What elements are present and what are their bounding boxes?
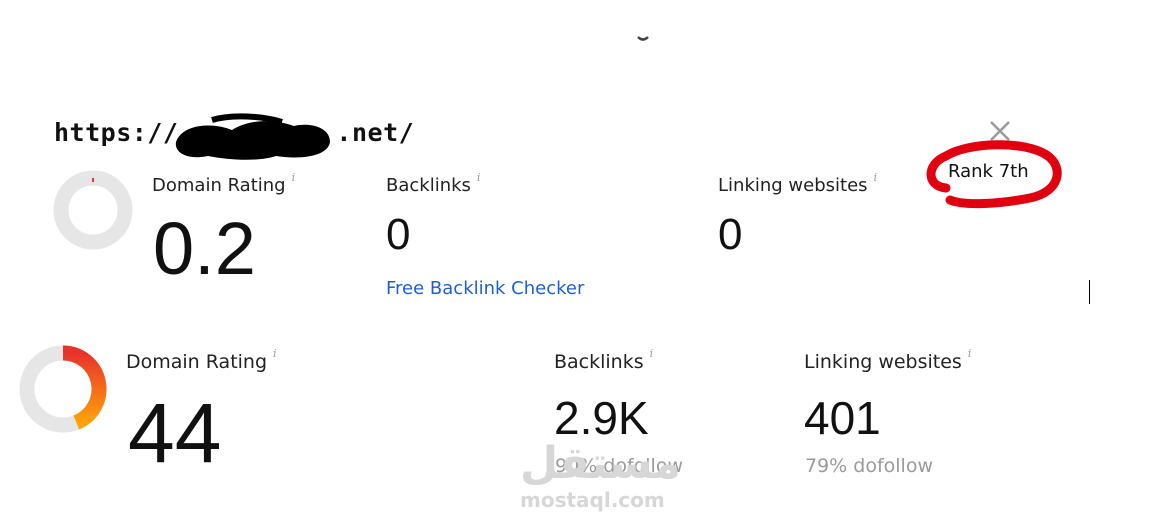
- info-icon[interactable]: i: [650, 347, 654, 360]
- top-fragment: [636, 28, 650, 41]
- linking-websites-label-top: Linking websites i: [718, 171, 878, 196]
- watermark-text: mostaql.com: [520, 488, 665, 512]
- domain-rating-value-bottom: 44: [128, 386, 222, 480]
- backlinks-label-top: Backlinks i: [386, 171, 481, 196]
- domain-rating-value-top: 0.2: [153, 207, 256, 290]
- site-url-prefix: https://: [54, 118, 179, 147]
- domain-rating-ring-bottom: [18, 344, 108, 438]
- linking-websites-value-top: 0: [718, 210, 743, 259]
- rank-annotation-text: Rank 7th: [948, 161, 1029, 182]
- backlinks-label-bottom: Backlinks i: [554, 347, 654, 373]
- info-icon[interactable]: i: [273, 347, 277, 360]
- linking-websites-value-bottom: 401: [804, 392, 881, 444]
- watermark-logo: مستقل: [520, 438, 681, 489]
- domain-rating-ring-top: [53, 170, 133, 254]
- backlinks-value-bottom: 2.9K: [554, 392, 649, 444]
- domain-rating-label-bottom: Domain Rating i: [126, 347, 277, 373]
- redaction-scribble: [172, 112, 336, 168]
- linking-websites-dofollow-bottom: 79% dofollow: [805, 455, 933, 477]
- info-icon[interactable]: i: [292, 171, 296, 184]
- info-icon[interactable]: i: [968, 347, 972, 360]
- free-backlink-checker-link[interactable]: Free Backlink Checker: [386, 278, 584, 299]
- site-url-suffix: .net/: [336, 118, 415, 147]
- text-cursor: [1089, 280, 1090, 304]
- backlinks-value-top: 0: [386, 210, 411, 259]
- domain-rating-label-top: Domain Rating i: [152, 171, 296, 196]
- info-icon[interactable]: i: [477, 171, 481, 184]
- info-icon[interactable]: i: [874, 171, 878, 184]
- linking-websites-label-bottom: Linking websites i: [804, 347, 972, 373]
